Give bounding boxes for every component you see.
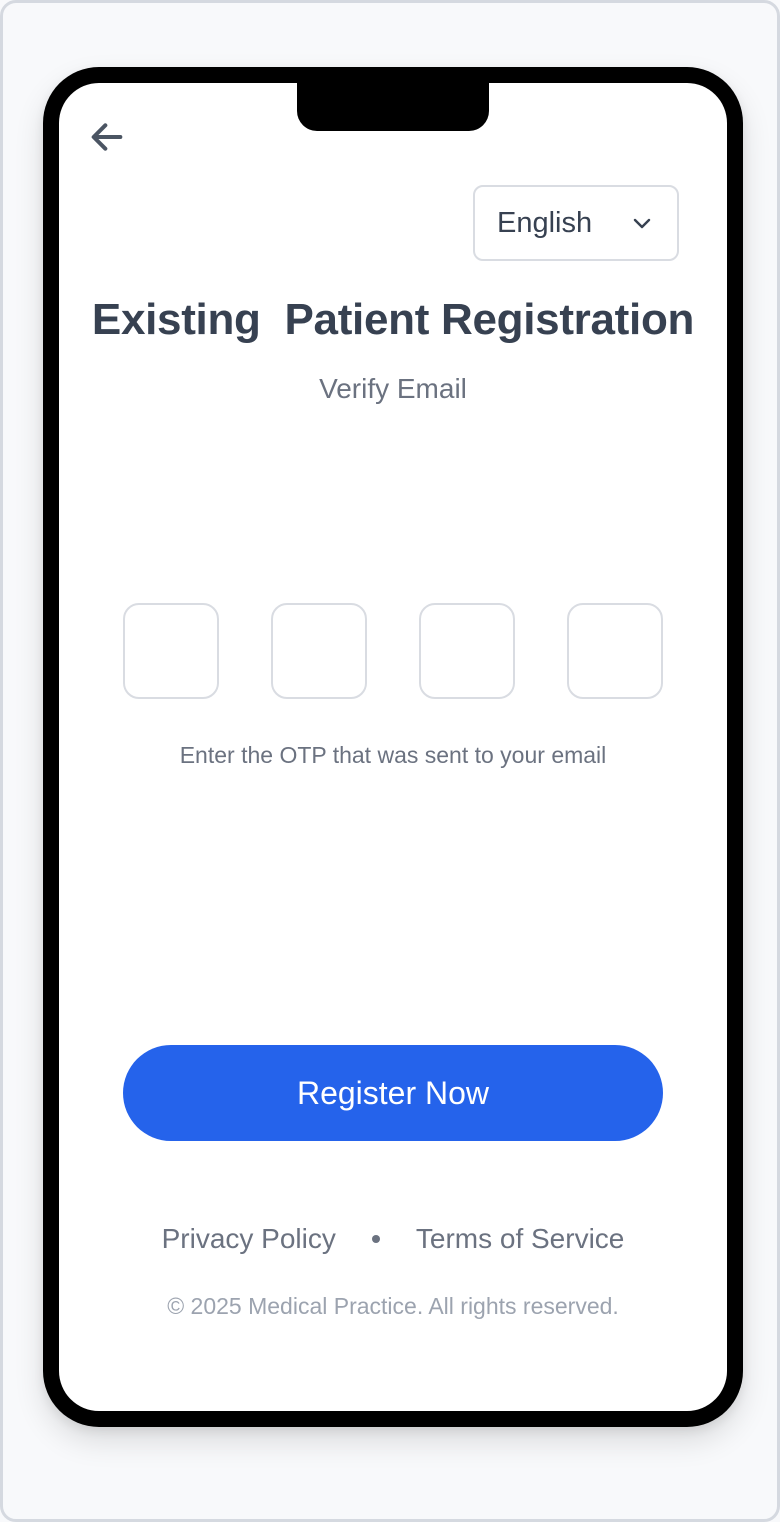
otp-digit-3[interactable] (419, 603, 515, 699)
page-subtitle: Verify Email (319, 373, 467, 404)
language-select[interactable]: English (473, 185, 679, 261)
language-select-value: English (497, 206, 593, 239)
chevron-down-icon (629, 210, 655, 236)
back-button[interactable] (85, 115, 129, 159)
copyright-text: © 2025 Medical Practice. All rights rese… (167, 1293, 619, 1319)
otp-digit-1[interactable] (123, 603, 219, 699)
otp-digit-2[interactable] (271, 603, 367, 699)
arrow-left-icon (91, 123, 123, 151)
otp-digit-4[interactable] (567, 603, 663, 699)
page-title: Existing Patient Registration (91, 295, 695, 344)
footer-links: Privacy Policy Terms of Service (59, 1219, 727, 1259)
otp-help-text: Enter the OTP that was sent to your emai… (179, 742, 607, 768)
otp-input-group (123, 603, 663, 699)
separator-dot (371, 1235, 380, 1243)
privacy-policy-link[interactable]: Privacy Policy (162, 1223, 336, 1255)
phone-notch (297, 83, 489, 131)
page-frame: English Existing Patient Registration Ve… (0, 0, 780, 1522)
phone-screen: English Existing Patient Registration Ve… (59, 83, 727, 1411)
register-now-button[interactable]: Register Now (123, 1045, 663, 1141)
phone-frame: English Existing Patient Registration Ve… (43, 67, 743, 1427)
terms-of-service-link[interactable]: Terms of Service (416, 1223, 625, 1255)
